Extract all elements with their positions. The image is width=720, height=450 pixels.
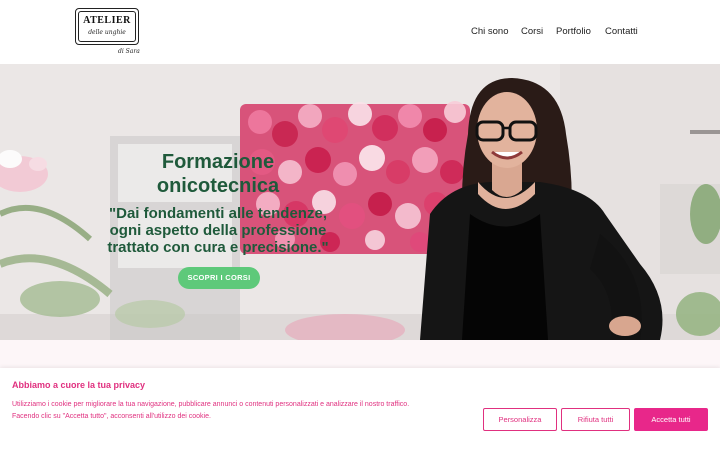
hero-section: Formazione onicotecnica "Dai fondamenti … bbox=[0, 64, 720, 340]
hero-quote: "Dai fondamenti alle tendenze, ogni aspe… bbox=[80, 205, 356, 256]
site-logo[interactable]: ATELIER delle unghie di Sara bbox=[74, 8, 142, 58]
hero-title: Formazione onicotecnica bbox=[100, 150, 336, 198]
nav-item-portfolio[interactable]: Portfolio bbox=[556, 26, 591, 37]
hero-quote-line-2: ogni aspetto della professione bbox=[109, 222, 327, 239]
nav-item-corsi[interactable]: Corsi bbox=[521, 26, 543, 37]
cookie-title: Abbiamo a cuore la tua privacy bbox=[12, 380, 146, 390]
logo-frame bbox=[75, 8, 139, 45]
customize-cookies-button[interactable]: Personalizza bbox=[483, 408, 557, 431]
cookie-text-line-2: Facendo clic su "Accetta tutto", acconse… bbox=[12, 413, 211, 420]
hero-title-line-1: Formazione bbox=[161, 151, 275, 173]
accept-all-cookies-button[interactable]: Accetta tutti bbox=[634, 408, 708, 431]
site-header: ATELIER delle unghie di Sara Chi sono Co… bbox=[0, 0, 720, 64]
cookie-consent-banner: Abbiamo a cuore la tua privacy Utilizzia… bbox=[0, 368, 720, 450]
hero-background-image bbox=[0, 64, 720, 340]
nav-item-chi-sono[interactable]: Chi sono bbox=[471, 26, 509, 37]
logo-title: ATELIER bbox=[83, 15, 131, 26]
hero-title-line-2: onicotecnica bbox=[156, 175, 280, 197]
reject-all-cookies-button[interactable]: Rifiuta tutti bbox=[561, 408, 630, 431]
hero-quote-line-3: trattato con cura e precisione." bbox=[107, 239, 329, 256]
logo-subtitle: delle unghie bbox=[88, 29, 126, 36]
cookie-text-line-1: Utilizziamo i cookie per migliorare la t… bbox=[12, 401, 410, 408]
hero-quote-line-1: "Dai fondamenti alle tendenze, bbox=[109, 205, 327, 222]
cookie-description: Utilizziamo i cookie per migliorare la t… bbox=[12, 399, 482, 423]
nav-item-contatti[interactable]: Contatti bbox=[605, 26, 638, 37]
logo-signature: di Sara bbox=[118, 48, 140, 55]
discover-courses-button[interactable]: SCOPRI I CORSI bbox=[178, 267, 260, 289]
